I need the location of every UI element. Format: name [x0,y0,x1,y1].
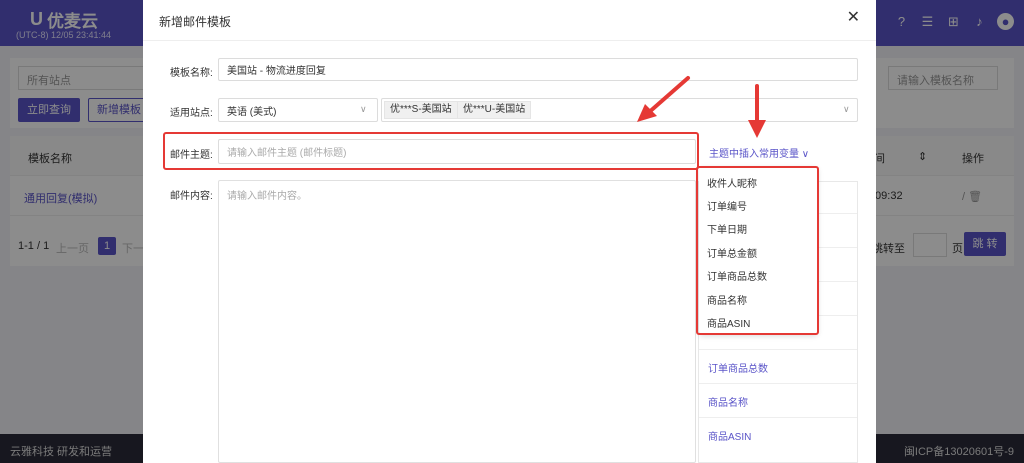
side-list-item[interactable]: 订单商品总数 [699,352,857,384]
side-list-item[interactable]: 商品名称 [699,386,857,418]
email-content-label: 邮件内容: [170,191,213,202]
red-arrow-icon [637,76,690,122]
red-arrow-down-icon [748,84,766,138]
add-email-template-modal: 新增邮件模板 ✕ 模板名称: 美国站 - 物流进度回复 适用站点: 英语 (美式… [143,0,876,463]
modal-title: 新增邮件模板 [159,15,232,29]
email-content-editor[interactable]: 请输入邮件内容。 [218,180,696,463]
template-name-label: 模板名称: [170,68,213,79]
email-content-placeholder: 请输入邮件内容。 [227,191,307,202]
close-icon[interactable]: ✕ [847,10,860,26]
chevron-down-icon: ∨ [360,104,367,114]
subject-highlight-box [163,132,699,170]
language-value: 英语 (美式) [227,106,277,118]
template-name-input[interactable]: 美国站 - 物流进度回复 [218,58,858,81]
side-list-item[interactable]: 商品ASIN [699,420,857,452]
chevron-down-icon: ∨ [843,104,850,114]
site-tag[interactable]: 优***S-美国站 [384,101,458,119]
applicable-site-label: 适用站点: [170,108,213,119]
app-root: U 优麦云 (UTC-8) 12/05 23:41:44 ? ☰ ⊞ ♪ ● 所有… [0,0,1024,463]
language-select[interactable]: 英语 (美式) [218,98,378,122]
site-tag[interactable]: 优***U-美国站 [457,101,532,119]
template-name-value: 美国站 - 物流进度回复 [227,66,326,77]
dropdown-highlight-box [696,166,819,335]
modal-divider [143,40,876,41]
insert-variable-link[interactable]: 主题中插入常用变量 ∨ [709,145,809,160]
